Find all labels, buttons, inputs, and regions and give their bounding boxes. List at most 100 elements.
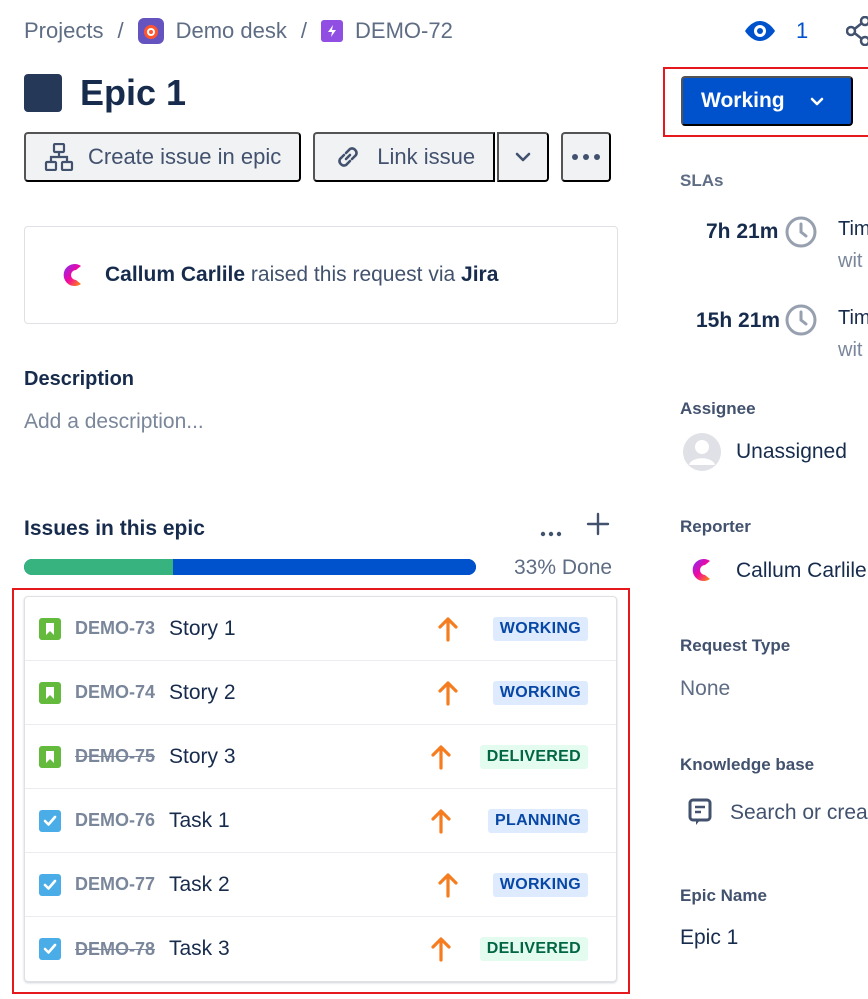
issue-toolbar: Create issue in epic Link issue: [24, 132, 612, 182]
issue-row[interactable]: DEMO-77 Task 2 WORKING: [25, 853, 616, 917]
eye-icon: [744, 20, 776, 42]
status-badge: DELIVERED: [479, 744, 588, 769]
epic-progress-bar: [24, 559, 476, 575]
breadcrumb-separator: /: [117, 18, 124, 43]
add-child-issue-button[interactable]: [586, 512, 610, 542]
status-badge: WORKING: [492, 616, 588, 641]
knowledge-base-label: Knowledge base: [680, 755, 815, 774]
issue-summary[interactable]: Story 1: [169, 617, 236, 641]
issue-key[interactable]: DEMO-75: [75, 746, 155, 767]
reporter-avatar: [686, 555, 714, 590]
issue-header: Epic 1: [24, 72, 186, 114]
breadcrumb: Projects / Demo desk / DEMO-72: [24, 14, 453, 48]
sla-item: 7h 21m: [706, 220, 778, 244]
progress-remaining-segment: [173, 559, 476, 575]
issue-summary[interactable]: Story 2: [169, 681, 236, 705]
breadcrumb-project-label: Demo desk: [175, 18, 287, 43]
issue-summary[interactable]: Story 3: [169, 745, 236, 769]
status-badge: DELIVERED: [479, 937, 588, 961]
link-issue-label: Link issue: [377, 144, 476, 169]
watcher-count: 1: [796, 18, 809, 43]
breadcrumb-issue-key: DEMO-72: [355, 18, 453, 43]
issue-key[interactable]: DEMO-76: [75, 810, 155, 831]
epic-issue-list: DEMO-73 Story 1 WORKING DEMO-74 Story 2 WORKI…: [24, 596, 617, 982]
project-avatar-icon: [137, 18, 164, 44]
status-badge: WORKING: [492, 872, 588, 897]
sla-subtitle: wit: [838, 339, 863, 361]
status-dropdown-button[interactable]: Working: [681, 76, 853, 126]
request-raised-text: Callum Carlile raised this request via J…: [105, 263, 498, 287]
issue-summary[interactable]: Task 2: [169, 873, 230, 897]
epic-name-label: Epic Name: [680, 886, 767, 905]
issue-summary[interactable]: Task 3: [169, 937, 230, 961]
breadcrumb-issue-link[interactable]: DEMO-72: [321, 18, 453, 44]
epic-type-icon: [321, 20, 344, 42]
progress-label: 33% Done: [514, 556, 613, 579]
issue-key[interactable]: DEMO-78: [75, 939, 155, 960]
epic-issues-more-button[interactable]: [540, 520, 562, 543]
story-icon: [39, 745, 61, 768]
issue-title[interactable]: Epic 1: [80, 72, 186, 114]
task-icon: [39, 873, 61, 896]
request-type-label: Request Type: [680, 636, 791, 655]
create-issue-in-epic-button[interactable]: Create issue in epic: [24, 132, 302, 182]
issue-row[interactable]: DEMO-73 Story 1 WORKING: [25, 597, 616, 661]
priority-high-icon: [431, 744, 451, 770]
link-icon: [333, 142, 363, 172]
unassigned-avatar-icon: [682, 432, 722, 477]
epic-name-value[interactable]: Epic 1: [680, 926, 738, 950]
slas-label: SLAs: [680, 171, 724, 190]
link-issue-dropdown-button[interactable]: [497, 132, 550, 182]
breadcrumb-project-link[interactable]: Demo desk: [137, 18, 287, 44]
priority-high-icon: [431, 808, 451, 834]
progress-done-segment: [24, 559, 174, 575]
issue-summary[interactable]: Task 1: [169, 809, 230, 833]
assignee-label: Assignee: [680, 399, 756, 418]
clock-icon: [784, 303, 818, 342]
issue-key[interactable]: DEMO-74: [75, 682, 155, 703]
plus-icon: [586, 512, 610, 536]
issue-key[interactable]: DEMO-73: [75, 618, 155, 639]
reporter-label: Reporter: [680, 517, 751, 536]
more-actions-button[interactable]: [561, 132, 612, 182]
priority-high-icon: [438, 616, 458, 642]
story-icon: [39, 681, 61, 704]
priority-high-icon: [438, 680, 458, 706]
link-issue-split-button: Link issue: [313, 132, 550, 182]
request-channel: Jira: [461, 263, 499, 286]
reporter-name[interactable]: Callum Carlile: [105, 263, 245, 286]
description-label: Description: [24, 368, 135, 390]
issue-row[interactable]: DEMO-76 Task 1 PLANNING: [25, 789, 616, 853]
sla-title[interactable]: Tim: [838, 218, 868, 241]
story-icon: [39, 617, 61, 640]
status-badge: WORKING: [492, 680, 588, 705]
reporter-avatar: [57, 260, 85, 290]
share-icon[interactable]: [845, 15, 868, 51]
reporter-value[interactable]: Callum Carlile: [736, 559, 867, 583]
request-info-card: Callum Carlile raised this request via J…: [24, 226, 618, 324]
request-type-value[interactable]: None: [680, 677, 730, 701]
sla-title[interactable]: Tim: [838, 307, 868, 330]
raised-via-text: raised this request via: [250, 263, 456, 286]
issue-row[interactable]: DEMO-75 Story 3 DELIVERED: [25, 725, 616, 789]
status-badge: PLANNING: [488, 808, 588, 833]
knowledge-base-search[interactable]: Search or crea: [730, 801, 868, 825]
watch-button[interactable]: 1: [744, 14, 808, 48]
breadcrumb-separator: /: [300, 18, 308, 43]
priority-high-icon: [438, 872, 458, 898]
sla-remaining-time: 15h 21m: [696, 309, 781, 332]
issue-key[interactable]: DEMO-77: [75, 874, 155, 895]
task-icon: [39, 809, 61, 832]
create-issue-in-epic-label: Create issue in epic: [88, 144, 282, 169]
knowledge-base-icon: [688, 798, 712, 831]
breadcrumb-projects-link[interactable]: Projects: [24, 18, 103, 44]
more-horizontal-icon: [540, 531, 562, 537]
epic-issues-heading: Issues in this epic: [24, 517, 205, 540]
issue-row[interactable]: DEMO-74 Story 2 WORKING: [25, 661, 616, 725]
assignee-value[interactable]: Unassigned: [736, 440, 847, 464]
description-field[interactable]: Add a description...: [24, 410, 204, 434]
status-button-label: Working: [701, 89, 785, 112]
chevron-down-icon: [515, 152, 531, 162]
link-issue-button[interactable]: Link issue: [313, 132, 496, 182]
issue-row[interactable]: DEMO-78 Task 3 DELIVERED: [25, 917, 616, 981]
